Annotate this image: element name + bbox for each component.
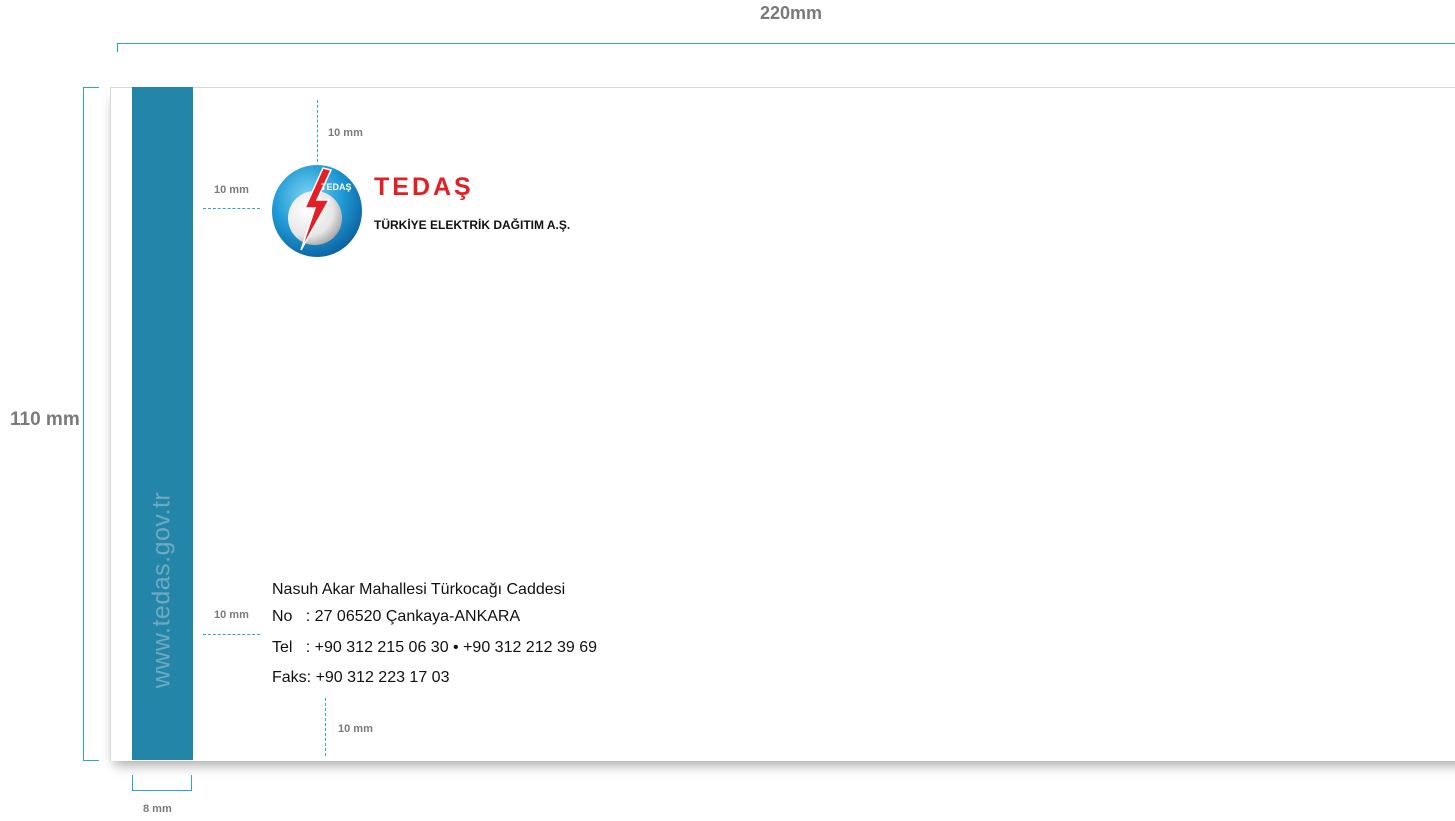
- stripe-dimension-line: [132, 790, 192, 791]
- bottom-margin-label: 10 mm: [338, 723, 373, 735]
- tedas-logo-emblem: TEDAŞ: [271, 164, 363, 258]
- brand-subtitle: TÜRKİYE ELEKTRİK DAĞITIM A.Ş.: [374, 218, 571, 232]
- width-dimension-tick: [117, 43, 118, 52]
- top-margin-label: 10 mm: [328, 127, 363, 139]
- stripe-dimension-tick-left: [132, 775, 133, 790]
- top-margin-guide: [317, 100, 318, 162]
- address-line-street: Nasuh Akar Mahallesi Türkocağı Caddesi: [272, 581, 566, 598]
- width-dimension-label: 220mm: [760, 3, 823, 23]
- logo-left-margin-guide: [203, 208, 260, 209]
- emblem-text: TEDAŞ: [321, 182, 352, 192]
- width-dimension-line: [117, 43, 1455, 44]
- stripe-width-label: 8 mm: [143, 803, 172, 815]
- website-text: www.tedas.gov.tr: [147, 491, 176, 689]
- logo-left-margin-label: 10 mm: [214, 184, 249, 196]
- address-line-number: No : 27 06520 Çankaya-ANKARA: [272, 608, 521, 625]
- height-dimension-tick-bottom: [83, 760, 99, 761]
- bottom-margin-guide: [325, 698, 326, 756]
- brand-name: TEDAŞ: [374, 173, 474, 201]
- address-line-phone: Tel : +90 312 215 06 30 • +90 312 212 39…: [272, 639, 597, 656]
- address-line-fax: Faks: +90 312 223 17 03: [272, 669, 450, 686]
- height-dimension-label: 110 mm: [10, 409, 80, 430]
- height-dimension-tick-top: [83, 87, 99, 88]
- stripe-dimension-tick-right: [191, 775, 192, 790]
- address-left-margin-label: 10 mm: [214, 609, 249, 621]
- address-left-margin-guide: [203, 634, 260, 635]
- height-dimension-line: [83, 87, 84, 760]
